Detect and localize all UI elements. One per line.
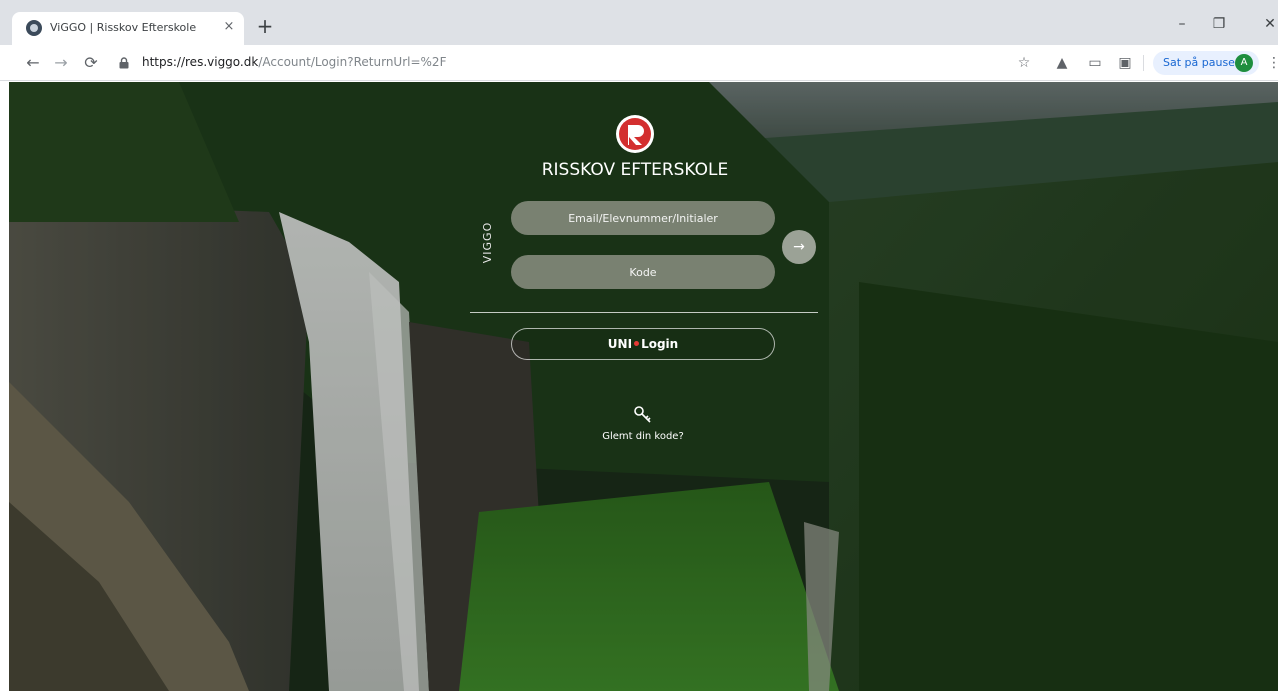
school-logo-icon (616, 115, 654, 153)
avatar: A (1235, 54, 1253, 72)
back-icon[interactable]: ← (22, 52, 44, 74)
uni-login-button[interactable]: UNI Login (511, 328, 775, 360)
lock-icon[interactable] (118, 57, 130, 69)
extension-icon[interactable]: ▭ (1086, 54, 1104, 72)
window-maximize-button[interactable]: ❐ (1207, 14, 1231, 34)
cast-extension-icon[interactable]: ▣ (1116, 54, 1134, 72)
browser-tab[interactable]: ViGGO | Risskov Efterskole × (12, 12, 244, 45)
tab-title: ViGGO | Risskov Efterskole (50, 21, 197, 34)
menu-icon[interactable]: ⋮ (1265, 54, 1278, 72)
site-favicon-icon (26, 20, 42, 36)
profile-button[interactable]: Sat på pause A (1153, 51, 1259, 75)
window-close-button[interactable]: ✕ (1258, 14, 1278, 34)
key-icon[interactable] (633, 405, 653, 425)
email-field[interactable] (511, 201, 775, 235)
toolbar-divider (1143, 55, 1144, 71)
browser-toolbar: ← → ⟳ https://res.viggo.dk/Account/Login… (0, 45, 1278, 81)
browser-tabstrip: ViGGO | Risskov Efterskole × + – ❐ ✕ (0, 0, 1278, 45)
profile-status-label: Sat på pause (1163, 56, 1235, 69)
forgot-password-link[interactable]: Glemt din kode? (560, 431, 726, 442)
school-name: RISSKOV EFTERSKOLE (541, 160, 729, 180)
address-bar[interactable]: https://res.viggo.dk/Account/Login?Retur… (142, 55, 446, 69)
star-icon[interactable]: ☆ (1015, 54, 1033, 72)
url-path: /Account/Login?ReturnUrl=%2F (258, 55, 447, 69)
viggo-vertical-label: VIGGO (481, 221, 495, 264)
window-minimize-button[interactable]: – (1170, 14, 1194, 34)
drive-extension-icon[interactable]: ▲ (1053, 54, 1071, 72)
tab-close-icon[interactable]: × (220, 18, 238, 36)
password-field[interactable] (511, 255, 775, 289)
login-submit-button[interactable]: → (782, 230, 816, 264)
uni-login-prefix: UNI (607, 337, 633, 351)
uni-login-dot-icon (634, 341, 640, 346)
forward-icon[interactable]: → (50, 52, 72, 74)
url-host: https://res.viggo.dk (142, 55, 259, 69)
login-page: RISSKOV EFTERSKOLE VIGGO → UNI Login Glem… (9, 82, 1278, 691)
uni-login-suffix: Login (641, 337, 679, 351)
reload-icon[interactable]: ⟳ (80, 52, 102, 74)
new-tab-button[interactable]: + (253, 14, 277, 38)
login-divider (470, 312, 818, 313)
